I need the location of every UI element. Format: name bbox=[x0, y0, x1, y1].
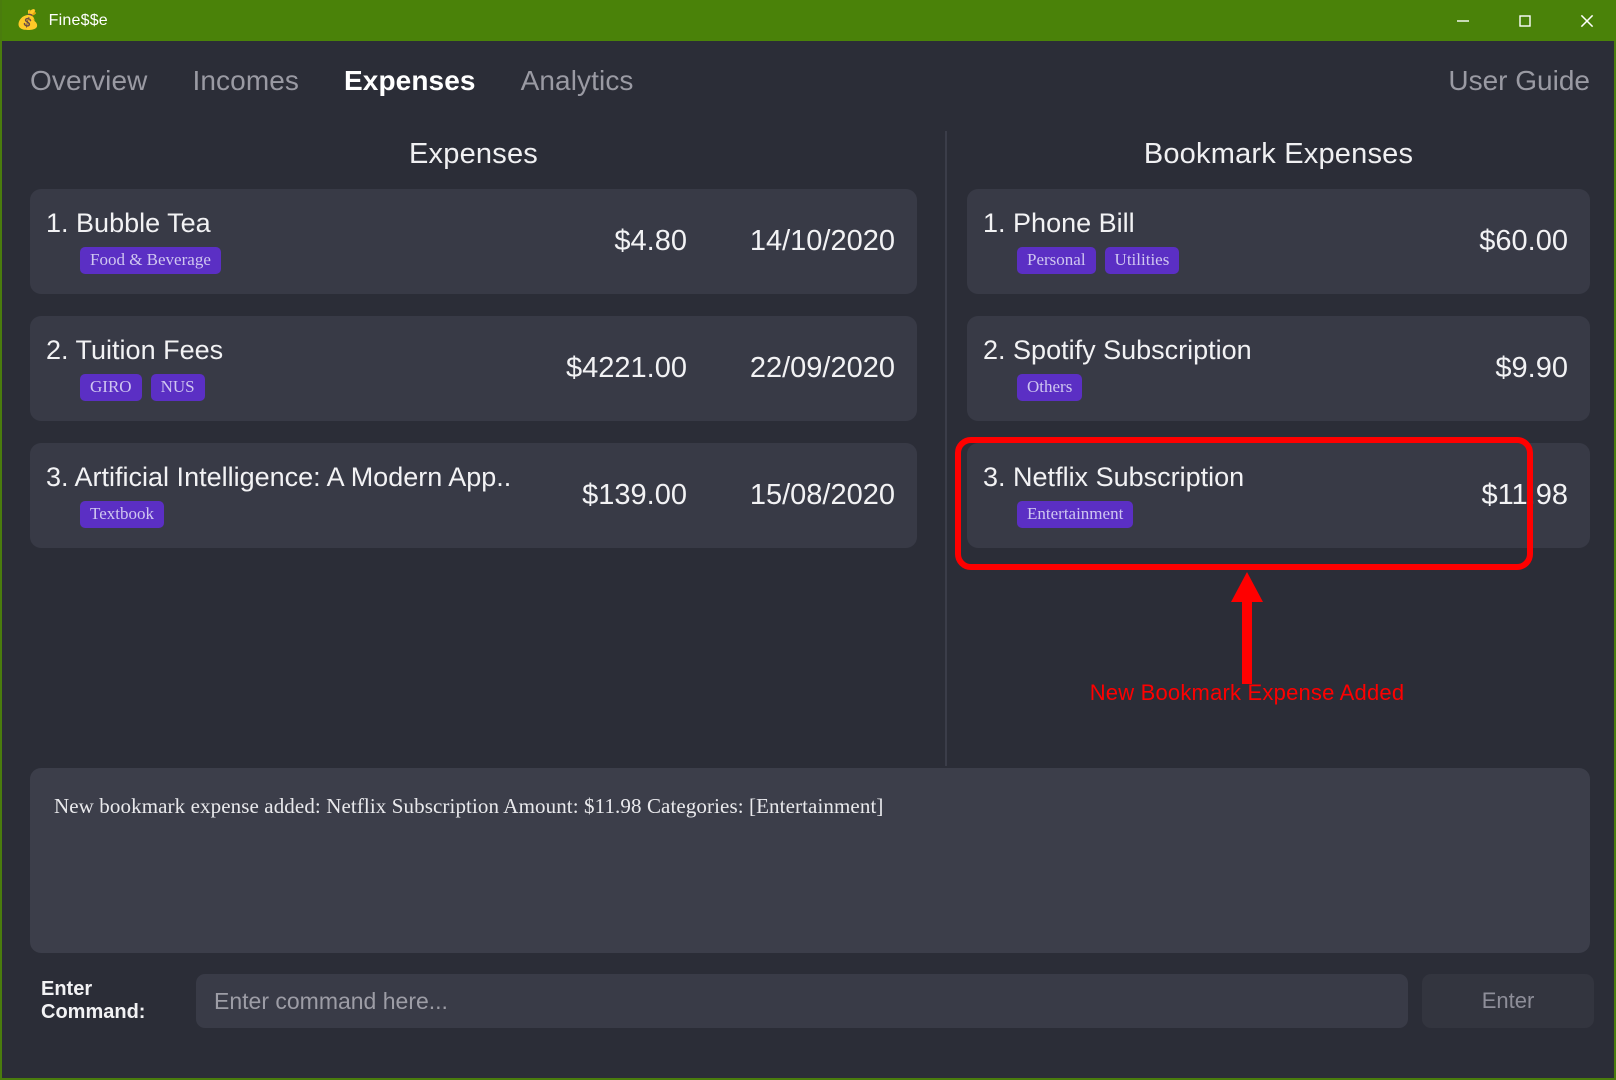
app-title: Fine$$e bbox=[48, 11, 108, 29]
expense-details: 1. Bubble Tea Food & Beverage bbox=[46, 209, 512, 274]
table-row-highlighted[interactable]: 3. Netflix Subscription Entertainment $1… bbox=[967, 443, 1590, 548]
expense-tags: Textbook bbox=[46, 501, 512, 528]
money-bag-icon: 💰 bbox=[16, 10, 40, 31]
minimize-icon bbox=[1457, 19, 1469, 22]
enter-button[interactable]: Enter bbox=[1422, 974, 1594, 1028]
minimize-button[interactable] bbox=[1432, 0, 1494, 41]
bookmark-expenses-heading: Bookmark Expenses bbox=[1143, 138, 1414, 170]
expense-index: 2. bbox=[46, 336, 69, 365]
expense-date: 14/10/2020 bbox=[749, 225, 895, 257]
expenses-heading: Expenses bbox=[409, 138, 538, 170]
command-label: Enter Command: bbox=[41, 978, 146, 1023]
nav-bar: Overview Incomes Expenses Analytics User… bbox=[2, 41, 1616, 121]
tag-badge: Others bbox=[1017, 374, 1083, 401]
bookmark-expenses-panel: Bookmark Expenses 1. Phone Bill Personal… bbox=[945, 121, 1616, 776]
tab-analytics[interactable]: Analytics bbox=[521, 65, 634, 97]
expense-index: 3. bbox=[46, 463, 69, 492]
window-controls bbox=[1432, 0, 1616, 41]
expense-date: 15/08/2020 bbox=[749, 479, 895, 511]
tag-badge: Textbook bbox=[80, 501, 164, 528]
expense-amount: $4221.00 bbox=[566, 352, 687, 384]
expense-title: 3. Artificial Intelligence: A Modern App… bbox=[46, 463, 512, 492]
table-row[interactable]: 1. Bubble Tea Food & Beverage $4.80 14/1… bbox=[30, 189, 917, 294]
main-content: Expenses 1. Bubble Tea Food & Beverage $… bbox=[2, 121, 1616, 776]
user-guide-link[interactable]: User Guide bbox=[1448, 65, 1590, 97]
tag-badge: Personal bbox=[1017, 247, 1096, 274]
expenses-panel: Expenses 1. Bubble Tea Food & Beverage $… bbox=[2, 121, 945, 776]
bookmark-index: 3. bbox=[983, 463, 1006, 492]
command-bar: Enter Command: Enter bbox=[2, 968, 1616, 1034]
bookmark-tags: Others bbox=[983, 374, 1403, 401]
bookmark-details: 2. Spotify Subscription Others bbox=[983, 336, 1403, 401]
expense-amount: $4.80 bbox=[614, 225, 687, 257]
bookmark-amount: $60.00 bbox=[1479, 225, 1568, 257]
bookmark-details: 3. Netflix Subscription Entertainment bbox=[983, 463, 1403, 528]
expense-date: 22/09/2020 bbox=[749, 352, 895, 384]
tab-overview[interactable]: Overview bbox=[30, 65, 148, 97]
bookmark-name: Phone Bill bbox=[1013, 209, 1135, 238]
expense-tags: Food & Beverage bbox=[46, 247, 512, 274]
tag-badge: Utilities bbox=[1104, 247, 1180, 274]
bookmark-title: 1. Phone Bill bbox=[983, 209, 1403, 238]
app-window: 💰 Fine$$e Overview Incomes Expenses Anal… bbox=[0, 0, 1616, 1080]
expense-name: Artificial Intelligence: A Modern App... bbox=[74, 463, 512, 492]
expense-name: Bubble Tea bbox=[76, 209, 211, 238]
bookmark-tags: Personal Utilities bbox=[983, 247, 1403, 274]
tag-badge: GIRO bbox=[80, 374, 142, 401]
bookmark-index: 2. bbox=[983, 336, 1006, 365]
tag-badge: NUS bbox=[150, 374, 205, 401]
column-divider bbox=[945, 131, 947, 766]
console-message: New bookmark expense added: Netflix Subs… bbox=[54, 794, 884, 818]
close-icon bbox=[1580, 14, 1594, 27]
bookmark-index: 1. bbox=[983, 209, 1006, 238]
tag-badge: Food & Beverage bbox=[80, 247, 221, 274]
bookmark-title: 2. Spotify Subscription bbox=[983, 336, 1403, 365]
bookmark-amount: $11.98 bbox=[1481, 479, 1568, 511]
expense-amount: $139.00 bbox=[582, 479, 687, 511]
bookmark-name: Netflix Subscription bbox=[1013, 463, 1245, 492]
expense-tags: GIRO NUS bbox=[46, 374, 512, 401]
table-row[interactable]: 3. Artificial Intelligence: A Modern App… bbox=[30, 443, 917, 548]
table-row[interactable]: 1. Phone Bill Personal Utilities $60.00 bbox=[967, 189, 1590, 294]
title-bar-left: 💰 Fine$$e bbox=[2, 11, 108, 30]
close-button[interactable] bbox=[1556, 0, 1616, 41]
bookmark-tags: Entertainment bbox=[983, 501, 1403, 528]
expense-title: 1. Bubble Tea bbox=[46, 209, 512, 238]
console-output: New bookmark expense added: Netflix Subs… bbox=[30, 768, 1590, 953]
bookmark-amount: $9.90 bbox=[1495, 352, 1568, 384]
tab-incomes[interactable]: Incomes bbox=[193, 65, 300, 97]
bookmark-title: 3. Netflix Subscription bbox=[983, 463, 1403, 492]
expense-name: Tuition Fees bbox=[75, 336, 224, 365]
table-row[interactable]: 2. Tuition Fees GIRO NUS $4221.00 22/09/… bbox=[30, 316, 917, 421]
maximize-button[interactable] bbox=[1494, 0, 1556, 41]
expense-title: 2. Tuition Fees bbox=[46, 336, 512, 365]
expense-index: 1. bbox=[46, 209, 69, 238]
bookmark-name: Spotify Subscription bbox=[1013, 336, 1252, 365]
tab-expenses[interactable]: Expenses bbox=[344, 65, 476, 97]
tag-badge: Entertainment bbox=[1017, 501, 1134, 528]
maximize-icon bbox=[1519, 14, 1531, 27]
expense-details: 3. Artificial Intelligence: A Modern App… bbox=[46, 463, 512, 528]
title-bar: 💰 Fine$$e bbox=[2, 0, 1616, 41]
bookmark-details: 1. Phone Bill Personal Utilities bbox=[983, 209, 1403, 274]
table-row[interactable]: 2. Spotify Subscription Others $9.90 bbox=[967, 316, 1590, 421]
expense-details: 2. Tuition Fees GIRO NUS bbox=[46, 336, 512, 401]
command-input[interactable] bbox=[196, 974, 1408, 1028]
